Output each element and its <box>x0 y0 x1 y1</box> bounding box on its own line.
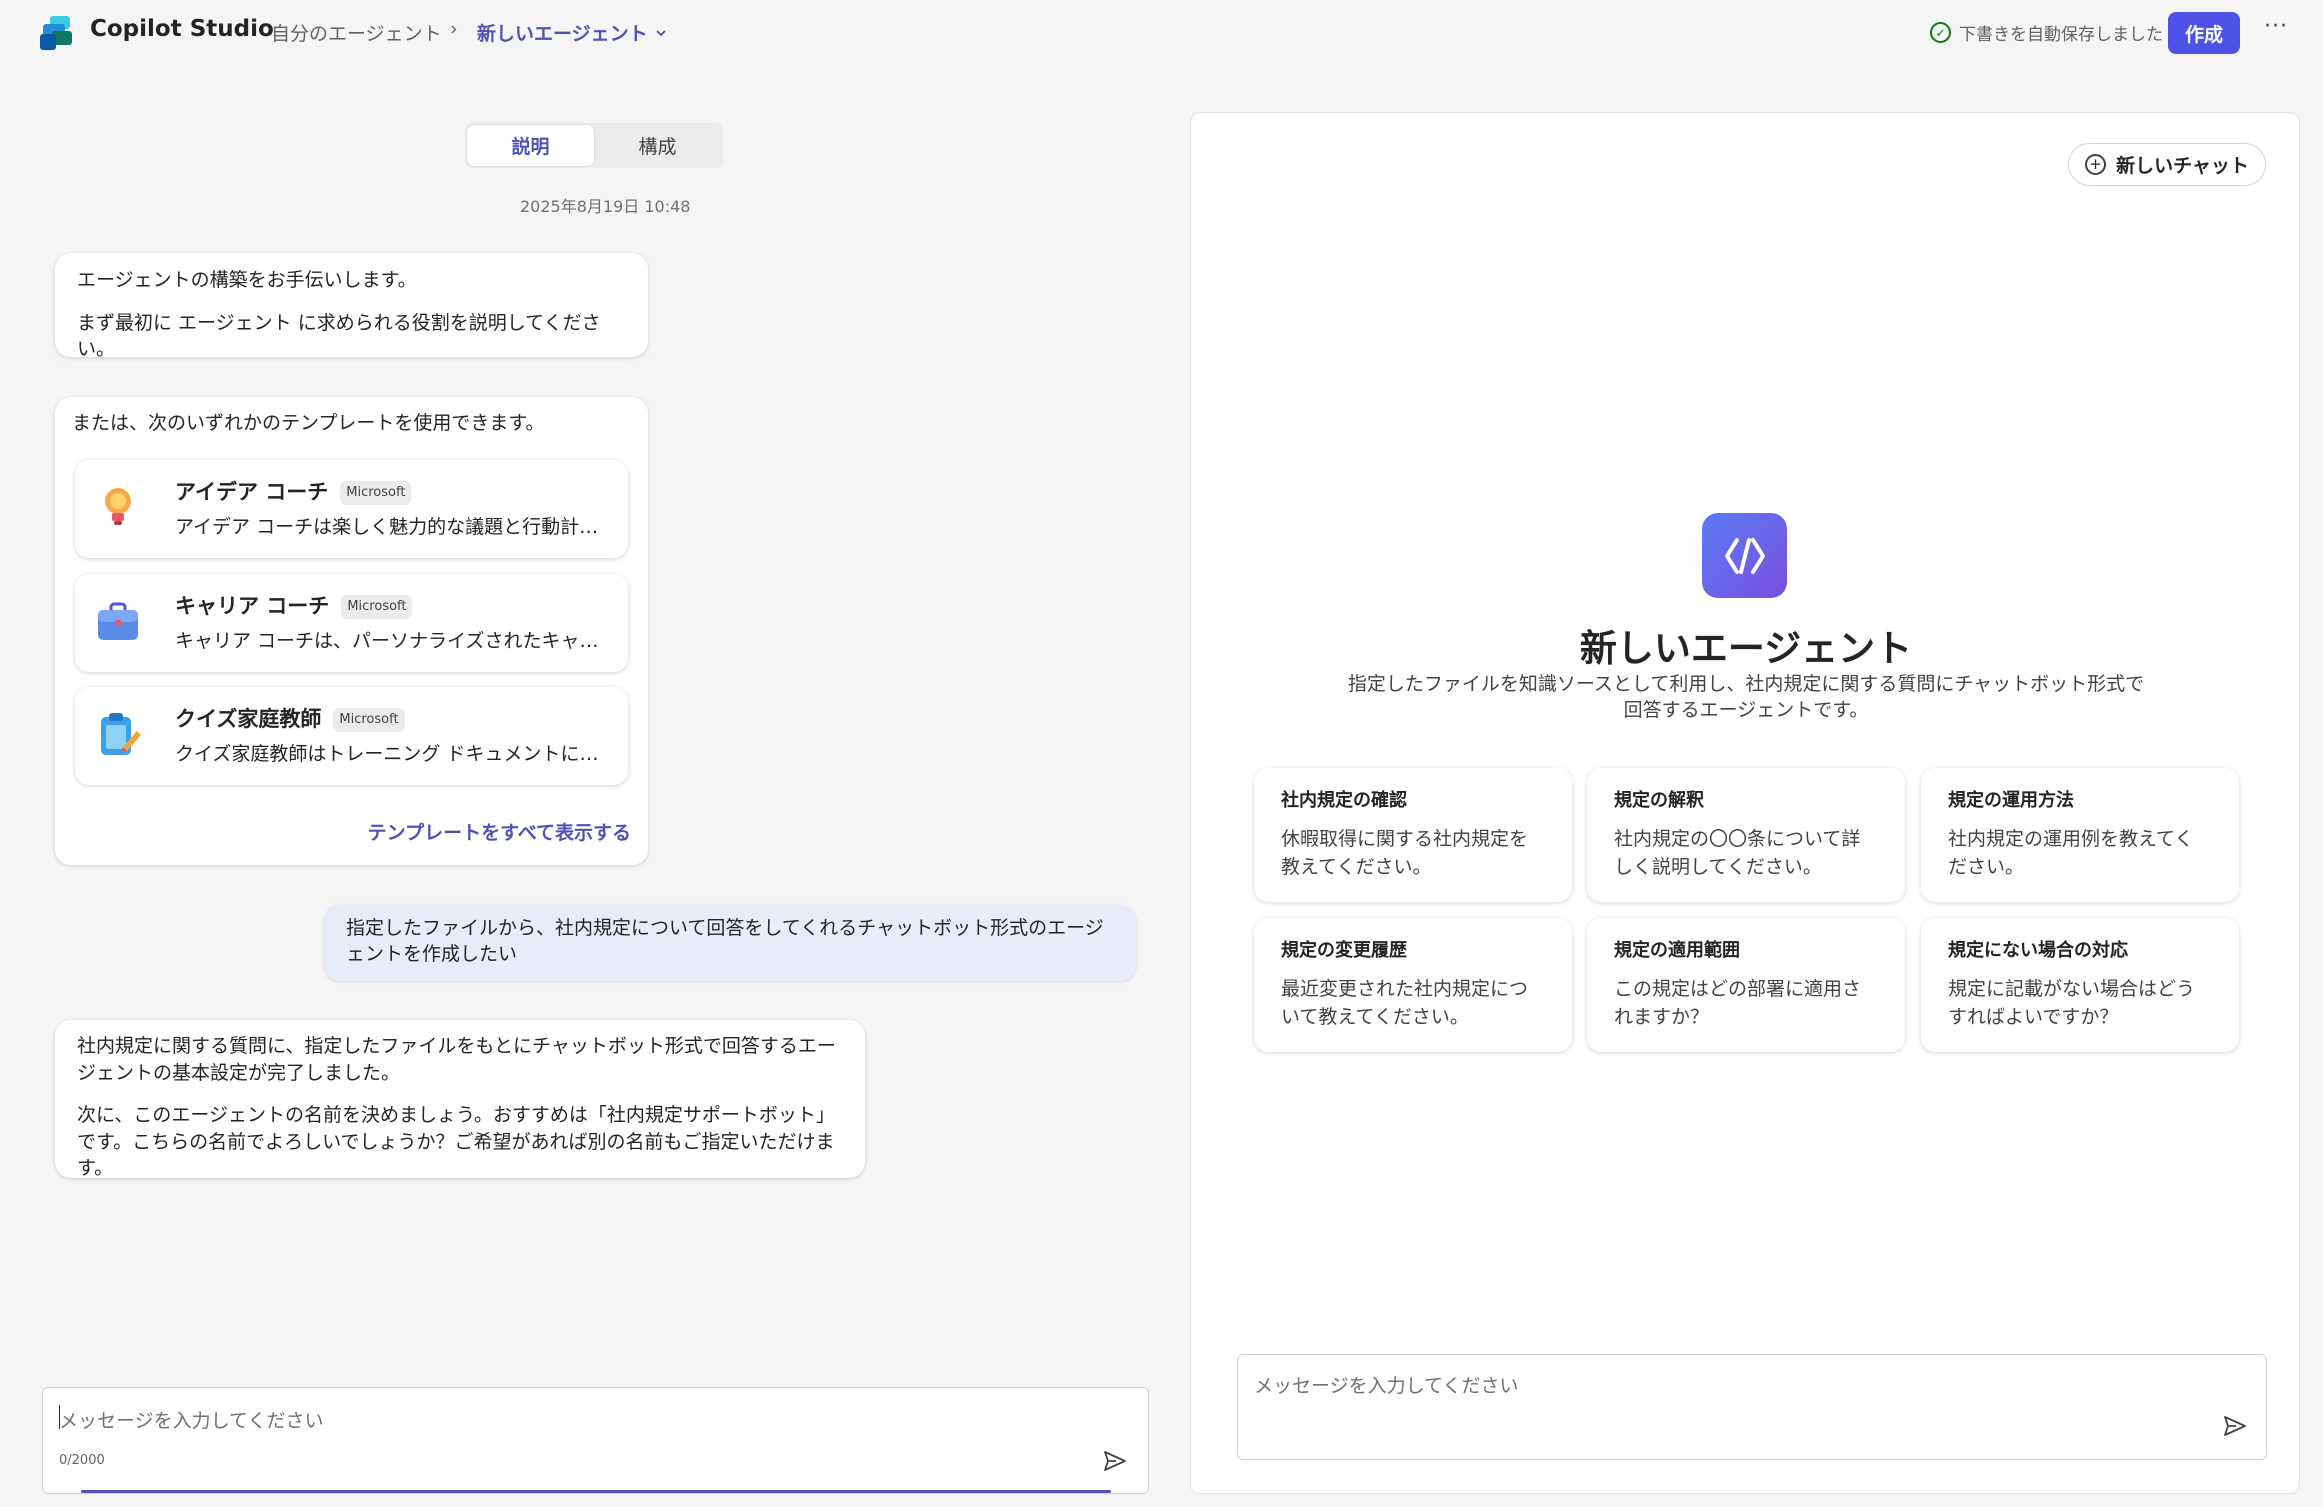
conversation-starter[interactable]: 規定の適用範囲 この規定はどの部署に適用されますか？ <box>1587 918 1905 1052</box>
publisher-badge: Microsoft <box>333 707 405 732</box>
breadcrumb-separator-icon: › <box>450 18 458 40</box>
starter-title: 規定の運用方法 <box>1948 790 2074 811</box>
breadcrumb-current-agent[interactable]: 新しいエージェント <box>477 19 668 46</box>
message-text: 社内規定に関する質問に、指定したファイルをもとにチャットボット形式で回答するエー… <box>77 1035 836 1084</box>
template-card-career-coach[interactable]: キャリア コーチ Microsoft キャリア コーチは、パーソナライズされたキ… <box>75 574 628 672</box>
conversation-starter[interactable]: 規定の変更履歴 最近変更された社内規定について教えてください。 <box>1254 918 1572 1052</box>
template-description: キャリア コーチは、パーソナライズされたキャリア アドバイスを提供します <box>175 630 615 652</box>
starter-prompt: 社内規定の運用例を教えてください。 <box>1948 828 2194 878</box>
lightbulb-icon <box>93 482 143 532</box>
new-chat-button[interactable]: + 新しいチャット <box>2068 143 2266 186</box>
mode-tabs: 説明 構成 <box>465 123 723 168</box>
template-title: クイズ家庭教師 <box>175 707 322 731</box>
starter-prompt: この規定はどの部署に適用されますか？ <box>1614 978 1862 1028</box>
send-icon[interactable] <box>1102 1448 1128 1474</box>
template-card-idea-coach[interactable]: アイデア コーチ Microsoft アイデア コーチは楽しく魅力的な議題と行動… <box>75 460 628 558</box>
template-description: クイズ家庭教師はトレーニング ドキュメントに基づいてクイズを作成します <box>175 743 615 765</box>
starter-prompt: 休暇取得に関する社内規定を教えてください。 <box>1281 828 1529 878</box>
template-name: アイデア コーチ Microsoft <box>175 478 412 507</box>
autosave-status: ✓ 下書きを自動保存しました <box>1930 20 2163 45</box>
starter-prompt: 規定に記載がない場合はどうすればよいですか？ <box>1948 978 2196 1028</box>
starter-title: 規定の適用範囲 <box>1614 940 1740 961</box>
plus-circle-icon: + <box>2085 154 2107 175</box>
clipboard-icon <box>93 709 143 759</box>
copilot-studio-logo-icon <box>40 16 76 50</box>
starter-title: 規定の解釈 <box>1614 790 1704 811</box>
chat-timestamp: 2025年8月19日 10:48 <box>520 197 691 216</box>
agent-description: 指定したファイルを知識ソースとして利用し、社内規定に関する質問にチャットボット形… <box>1347 673 2145 722</box>
tab-description[interactable]: 説明 <box>467 125 594 166</box>
create-button[interactable]: 作成 <box>2168 12 2240 54</box>
character-counter: 0/2000 <box>59 1453 105 1468</box>
template-title: アイデア コーチ <box>175 480 329 504</box>
assistant-message-intro: エージェントの構築をお手伝いします。 まず最初に エージェント に求められる役割… <box>55 253 648 360</box>
template-title: キャリア コーチ <box>175 594 330 618</box>
breadcrumb-my-agents[interactable]: 自分のエージェント <box>271 19 442 46</box>
starter-title: 規定の変更履歴 <box>1281 940 1407 961</box>
conversation-starter[interactable]: 規定の運用方法 社内規定の運用例を教えてください。 <box>1921 768 2239 902</box>
publisher-badge: Microsoft <box>340 480 412 505</box>
publisher-badge: Microsoft <box>341 594 413 619</box>
app-title[interactable]: Copilot Studio <box>90 16 274 42</box>
more-options-icon[interactable]: ··· <box>2264 14 2288 39</box>
show-all-templates-link[interactable]: テンプレートをすべて表示する <box>368 820 631 847</box>
message-text: 次に、このエージェントの名前を決めましょう。おすすめは「社内規定サポートボット」… <box>77 1104 835 1180</box>
starter-prompt: 社内規定の〇〇条について詳しく説明してください。 <box>1614 828 1861 878</box>
starter-title: 社内規定の確認 <box>1281 790 1407 811</box>
breadcrumb-current-label: 新しいエージェント <box>477 23 648 45</box>
user-message: 指定したファイルから、社内規定について回答をしてくれるチャットボット形式のエージ… <box>324 905 1136 981</box>
tab-configure[interactable]: 構成 <box>594 125 721 166</box>
agent-title: 新しいエージェント <box>1579 627 1913 670</box>
test-chat-input[interactable]: メッセージを入力してください <box>1237 1354 2267 1460</box>
starter-prompt: 最近変更された社内規定について教えてください。 <box>1281 978 1529 1028</box>
chevron-down-icon <box>655 29 666 36</box>
build-chat-input[interactable]: メッセージを入力してください 0/2000 <box>42 1387 1149 1494</box>
message-text: エージェントの構築をお手伝いします。 <box>77 269 417 291</box>
conversation-starter[interactable]: 社内規定の確認 休暇取得に関する社内規定を教えてください。 <box>1254 768 1572 902</box>
autosave-label: 下書きを自動保存しました <box>1959 25 2163 45</box>
message-text: または、次のいずれかのテンプレートを使用できます。 <box>72 412 545 434</box>
conversation-starter[interactable]: 規定にない場合の対応 規定に記載がない場合はどうすればよいですか？ <box>1921 918 2239 1052</box>
assistant-message-reply: 社内規定に関する質問に、指定したファイルをもとにチャットボット形式で回答するエー… <box>55 1020 865 1179</box>
template-description: アイデア コーチは楽しく魅力的な議題と行動計画を作成します <box>175 516 615 538</box>
send-icon[interactable] <box>2222 1413 2248 1439</box>
input-placeholder: メッセージを入力してください <box>59 1410 324 1432</box>
checkmark-icon: ✓ <box>1930 22 1951 43</box>
starter-title: 規定にない場合の対応 <box>1948 940 2128 961</box>
assistant-message-templates: または、次のいずれかのテンプレートを使用できます。 アイデア コーチ Micro… <box>55 397 648 865</box>
template-card-quiz-tutor[interactable]: クイズ家庭教師 Microsoft クイズ家庭教師はトレーニング ドキュメントに… <box>75 687 628 785</box>
new-chat-label: 新しいチャット <box>2116 155 2249 177</box>
message-text: まず最初に エージェント に求められる役割を説明してください。 <box>77 311 601 361</box>
top-bar: Copilot Studio 自分のエージェント › 新しいエージェント ✓ 下… <box>0 0 2323 66</box>
input-focus-underline <box>81 1490 1111 1493</box>
template-name: キャリア コーチ Microsoft <box>175 592 413 621</box>
briefcase-icon <box>93 596 143 646</box>
agent-avatar-icon <box>1702 513 1787 598</box>
template-name: クイズ家庭教師 Microsoft <box>175 705 405 734</box>
conversation-starter[interactable]: 規定の解釈 社内規定の〇〇条について詳しく説明してください。 <box>1587 768 1905 902</box>
input-placeholder: メッセージを入力してください <box>1254 1375 1519 1397</box>
test-preview-panel: + 新しいチャット 新しいエージェント 指定したファイルを知識ソースとして利用し… <box>1190 112 2300 1494</box>
